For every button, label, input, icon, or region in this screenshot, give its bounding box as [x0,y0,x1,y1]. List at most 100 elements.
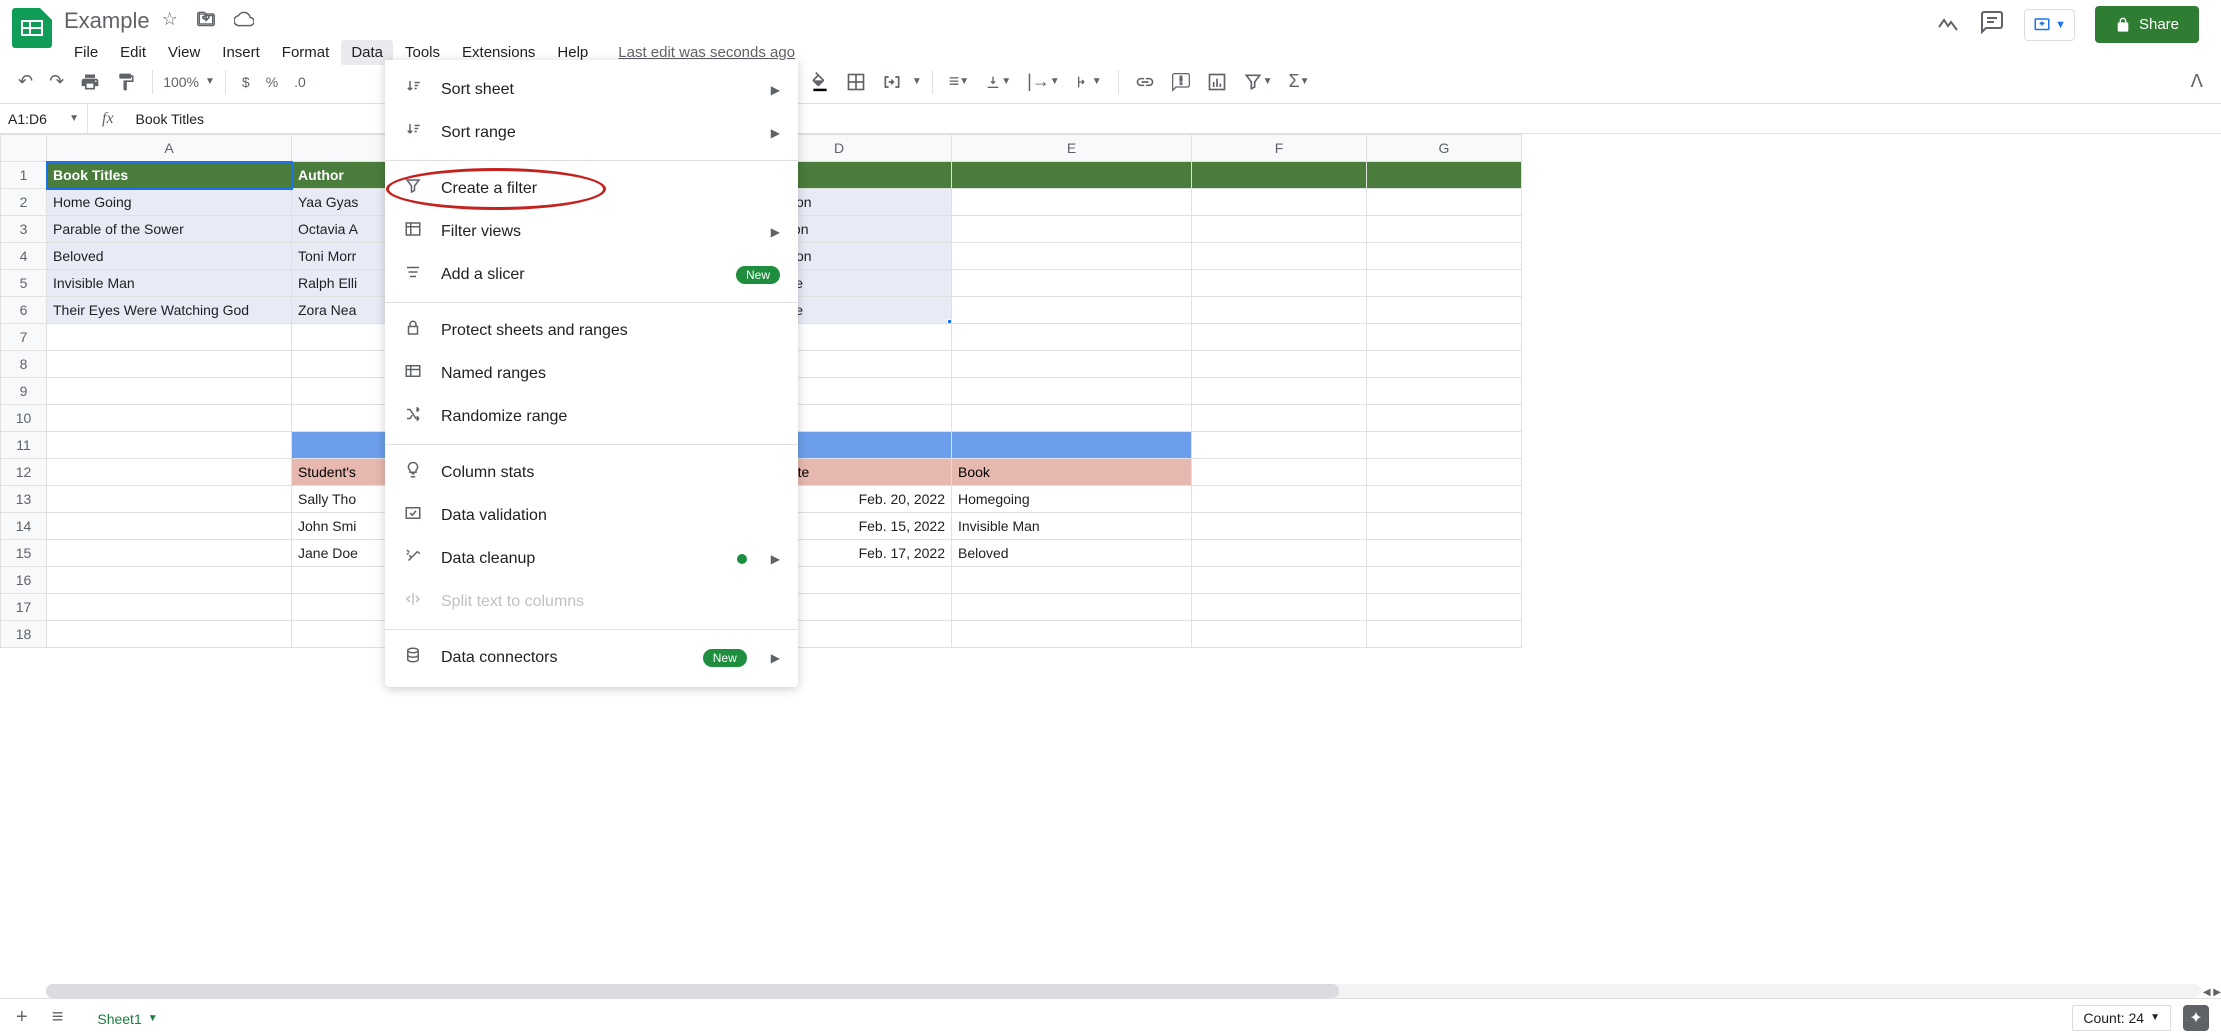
menu-sort-sheet[interactable]: Sort sheet ▶ [385,68,798,111]
format-percent-button[interactable]: % [260,70,284,94]
functions-button[interactable]: Σ ▼ [1283,67,1316,96]
cell[interactable]: Book Titles [47,162,292,189]
collapse-toolbar-button[interactable]: ᐱ [2185,67,2209,96]
cell[interactable] [1192,243,1367,270]
present-button[interactable]: ▼ [2024,9,2075,41]
spreadsheet-grid[interactable]: A B C D E F G 1 Book Titles Author re 2 … [0,134,2221,998]
share-button[interactable]: Share [2095,6,2199,43]
cell[interactable] [1367,243,1522,270]
fill-color-button[interactable] [804,68,836,96]
row-header[interactable]: 7 [1,324,47,351]
row-header[interactable]: 3 [1,216,47,243]
cell[interactable]: Home Going [47,189,292,216]
cell[interactable] [1192,162,1367,189]
cell[interactable]: Their Eyes Were Watching God [47,297,292,324]
menu-create-filter[interactable]: Create a filter [385,167,798,210]
cell[interactable] [1192,189,1367,216]
cell[interactable]: Beloved [952,540,1192,567]
sheets-logo-icon[interactable] [12,8,52,48]
chart-button[interactable] [1201,68,1233,96]
move-icon[interactable] [196,9,216,34]
cell[interactable]: Book [952,459,1192,486]
cell[interactable] [1192,216,1367,243]
row-header[interactable]: 2 [1,189,47,216]
explore-button[interactable]: ✦ [2183,1005,2209,1031]
horizontal-scrollbar[interactable] [46,984,2201,998]
align-button[interactable]: ≡ ▼ [943,67,975,96]
menu-named-ranges[interactable]: Named ranges [385,352,798,395]
cell[interactable] [1367,270,1522,297]
star-icon[interactable]: ☆ [162,9,178,34]
row-header[interactable]: 18 [1,621,47,648]
decrease-decimal-button[interactable]: .0 [288,70,312,94]
merge-cells-button[interactable] [876,68,908,96]
menu-file[interactable]: File [64,40,108,65]
activity-icon[interactable] [1936,10,1960,40]
cell[interactable] [1367,216,1522,243]
cloud-status-icon[interactable] [234,9,254,34]
row-header[interactable]: 13 [1,486,47,513]
cell[interactable] [952,216,1192,243]
row-header[interactable]: 9 [1,378,47,405]
menu-view[interactable]: View [158,40,210,65]
row-header[interactable]: 14 [1,513,47,540]
cell[interactable] [1192,297,1367,324]
cell[interactable] [1367,189,1522,216]
select-all-cell[interactable] [1,135,47,162]
borders-button[interactable] [840,68,872,96]
cell[interactable] [952,243,1192,270]
cell[interactable] [1192,270,1367,297]
row-header[interactable]: 12 [1,459,47,486]
hscroll-arrows[interactable]: ◀ ▶ [2203,987,2221,998]
menu-filter-views[interactable]: Filter views ▶ [385,210,798,253]
valign-button[interactable]: ▼ [979,70,1017,94]
cell[interactable]: Homegoing [952,486,1192,513]
col-header-G[interactable]: G [1367,135,1522,162]
row-header[interactable]: 6 [1,297,47,324]
menu-protect-sheets[interactable]: Protect sheets and ranges [385,309,798,352]
sheet-tab[interactable]: Sheet1 ▼ [83,1003,171,1033]
row-header[interactable]: 5 [1,270,47,297]
link-button[interactable] [1129,68,1161,96]
add-sheet-button[interactable]: + [12,1002,32,1033]
menu-column-stats[interactable]: Column stats [385,451,798,494]
menu-randomize-range[interactable]: Randomize range [385,395,798,438]
paint-format-button[interactable] [110,68,142,96]
menu-add-slicer[interactable]: Add a slicer New [385,253,798,296]
row-header[interactable]: 1 [1,162,47,189]
cell[interactable]: Parable of the Sower [47,216,292,243]
cell[interactable]: Beloved [47,243,292,270]
cell[interactable]: Invisible Man [952,513,1192,540]
row-header[interactable]: 15 [1,540,47,567]
filter-button[interactable]: ▼ [1237,68,1279,96]
last-edit-link[interactable]: Last edit was seconds ago [618,44,795,61]
cell[interactable] [952,270,1192,297]
col-header-E[interactable]: E [952,135,1192,162]
row-header[interactable]: 17 [1,594,47,621]
undo-button[interactable]: ↶ [12,67,39,96]
menu-data-validation[interactable]: Data validation [385,494,798,537]
menu-edit[interactable]: Edit [110,40,156,65]
row-header[interactable]: 16 [1,567,47,594]
row-header[interactable]: 4 [1,243,47,270]
comment-button[interactable] [1165,68,1197,96]
menu-format[interactable]: Format [272,40,340,65]
col-header-F[interactable]: F [1192,135,1367,162]
document-title[interactable]: Example [64,8,150,34]
count-display[interactable]: Count: 24 ▼ [2072,1005,2171,1031]
format-currency-button[interactable]: $ [236,70,256,94]
cell[interactable] [952,189,1192,216]
menu-sort-range[interactable]: Sort range ▶ [385,111,798,154]
cell[interactable] [952,162,1192,189]
wrap-button[interactable]: |→ ▼ [1021,67,1066,96]
col-header-A[interactable]: A [47,135,292,162]
cell[interactable] [952,297,1192,324]
cell[interactable] [1367,297,1522,324]
redo-button[interactable]: ↷ [43,67,70,96]
row-header[interactable]: 11 [1,432,47,459]
menu-data-cleanup[interactable]: Data cleanup ▶ [385,537,798,580]
zoom-selector[interactable]: 100% ▼ [163,74,215,90]
cell[interactable]: Invisible Man [47,270,292,297]
name-box[interactable]: A1:D6 ▼ [0,104,88,133]
menu-data-connectors[interactable]: Data connectors New ▶ [385,636,798,679]
